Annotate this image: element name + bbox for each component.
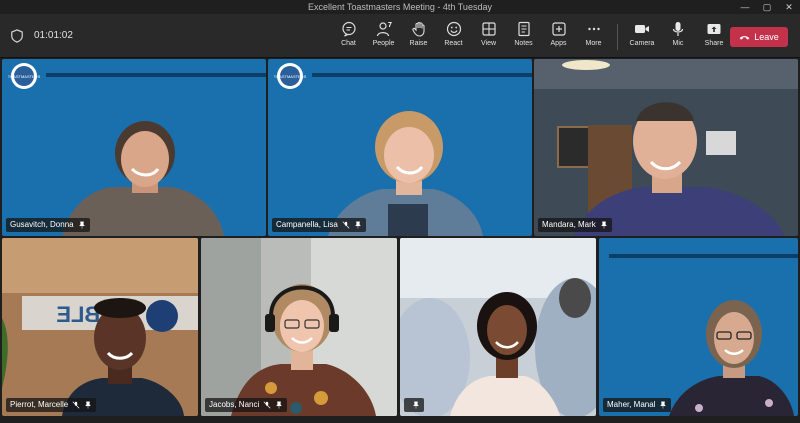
more-button[interactable]: More (576, 18, 611, 54)
hand-icon (411, 21, 425, 37)
meeting-toolbar: 01:01:02 Chat 7 People Raise React View … (0, 14, 800, 58)
video-feed (599, 238, 798, 416)
video-feed (201, 238, 397, 416)
chat-button[interactable]: Chat (331, 18, 366, 54)
participant-name: Maher, Manal (607, 400, 656, 409)
people-label: People (372, 40, 395, 47)
mic-off-icon (342, 221, 350, 229)
participant-name-tag: Mandara, Mark (538, 218, 612, 232)
raise-label: Raise (409, 40, 428, 47)
window-title: Excellent Toastmasters Meeting - 4th Tue… (308, 2, 492, 12)
meeting-timer: 01:01:02 (34, 30, 73, 41)
participant-name: Campanella, Lisa (276, 220, 338, 229)
participant-name: Pierrot, Marcelle (10, 400, 69, 409)
camera-icon (635, 25, 649, 33)
video-feed: TOASTMASTERS (2, 59, 266, 236)
participant-name-tag: Maher, Manal (603, 398, 672, 412)
plus-icon (551, 22, 566, 36)
chat-label: Chat (341, 40, 356, 47)
notes-button[interactable]: Notes (506, 18, 541, 54)
pin-icon (600, 221, 607, 229)
pin-icon (413, 401, 419, 409)
share-label: Share (704, 40, 724, 47)
participant-name: Jacobs, Nanci (209, 400, 260, 409)
svg-text:TOASTMASTERS: TOASTMASTERS (274, 74, 307, 79)
chat-icon (341, 21, 356, 37)
phone-hangup-icon (739, 35, 750, 40)
notes-icon (517, 21, 530, 37)
view-button[interactable]: View (471, 18, 506, 54)
video-tile-mandara-mark[interactable]: Mandara, Mark (534, 59, 798, 236)
window-controls: — ▢ ✕ (734, 0, 800, 14)
mic-off-icon (263, 401, 271, 409)
apps-label: Apps (550, 40, 567, 47)
video-tile-maher-manal[interactable]: Maher, Manal (599, 238, 798, 416)
minimize-button[interactable]: — (734, 0, 756, 14)
pin-icon (354, 221, 361, 229)
close-button[interactable]: ✕ (778, 0, 800, 14)
toolbar-divider (617, 24, 618, 50)
mic-button[interactable]: Mic (660, 18, 696, 54)
video-feed: TABLE (2, 238, 198, 416)
video-feed (534, 59, 798, 236)
video-feed: TOASTMASTERS (268, 59, 532, 236)
pin-icon (78, 221, 85, 229)
svg-text:TOASTMASTERS: TOASTMASTERS (8, 74, 41, 79)
video-feed (400, 238, 596, 416)
video-tile-gusavitch-donna[interactable]: TOASTMASTERS Gusavitch, Donna (2, 59, 266, 236)
video-tile-jacobs-nanci[interactable]: Jacobs, Nanci (201, 238, 397, 416)
react-label: React (444, 40, 463, 47)
pin-icon (660, 401, 667, 409)
camera-button[interactable]: Camera (624, 18, 660, 54)
mic-off-icon (72, 401, 80, 409)
participant-name-tag (404, 398, 424, 412)
raise-hand-button[interactable]: Raise (401, 18, 436, 54)
view-label: View (480, 40, 497, 47)
notes-label: Notes (514, 40, 533, 47)
more-label: More (585, 40, 602, 47)
participant-name: Mandara, Mark (542, 220, 596, 229)
share-button[interactable]: Share (696, 18, 732, 54)
react-button[interactable]: React (436, 18, 471, 54)
participant-name-tag: Campanella, Lisa (272, 218, 366, 232)
participant-name-tag: Gusavitch, Donna (6, 218, 90, 232)
mic-label: Mic (672, 40, 684, 47)
people-count-badge: 7 (388, 22, 392, 29)
mic-icon (672, 22, 684, 36)
participant-name-tag: Jacobs, Nanci (205, 398, 288, 412)
participant-name-tag: Pierrot, Marcelle (6, 398, 97, 412)
shield-icon[interactable] (10, 29, 24, 43)
apps-button[interactable]: Apps (541, 18, 576, 54)
camera-label: Camera (629, 40, 655, 47)
pin-icon (276, 401, 283, 409)
leave-label: Leave (754, 32, 779, 42)
pin-icon (85, 401, 92, 409)
more-icon (587, 27, 600, 31)
smile-icon (446, 21, 461, 37)
people-button[interactable]: 7 People (366, 18, 401, 54)
participant-name: Gusavitch, Donna (10, 220, 74, 229)
video-tile-campanella-lisa[interactable]: TOASTMASTERS Campanella, Lisa (268, 59, 532, 236)
window-titlebar: Excellent Toastmasters Meeting - 4th Tue… (0, 0, 800, 14)
grid-icon (481, 22, 496, 36)
share-icon (707, 24, 721, 34)
toolbar-actions: Chat 7 People Raise React View Notes App… (331, 18, 732, 54)
video-tile-unnamed[interactable] (400, 238, 596, 416)
video-tile-pierrot-marcelle[interactable]: TABLE Pierrot, Marcelle (2, 238, 198, 416)
leave-button[interactable]: Leave (730, 27, 788, 47)
maximize-button[interactable]: ▢ (756, 0, 778, 14)
